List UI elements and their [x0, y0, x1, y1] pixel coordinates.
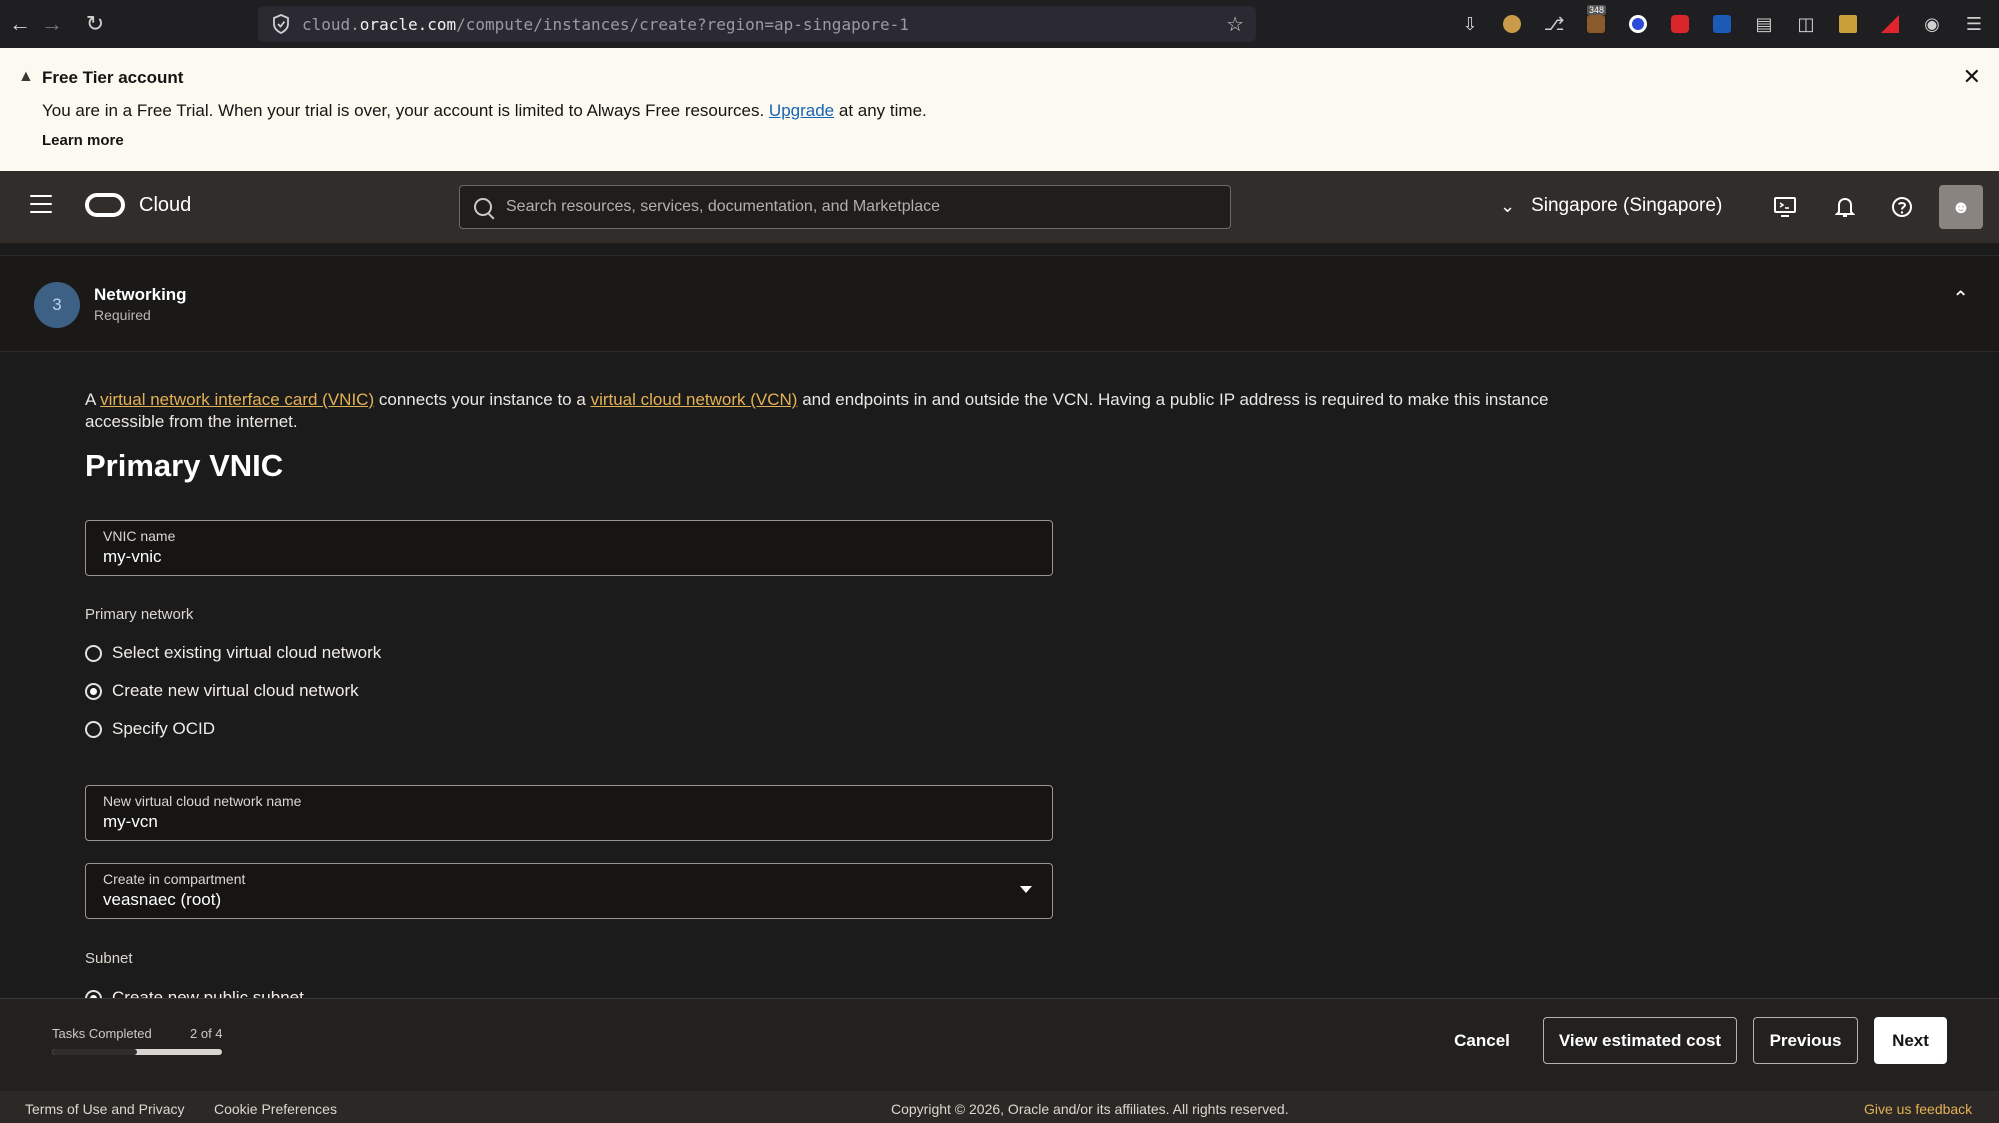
bookmark-star-icon[interactable]: ☆ — [1226, 12, 1244, 37]
radio-label: Create new virtual cloud network — [112, 681, 359, 700]
radio-button-checked[interactable] — [85, 989, 102, 998]
search-input[interactable] — [506, 198, 1206, 216]
tasks-completed-count: 2 of 4 — [190, 1026, 223, 1041]
vnic-link[interactable]: virtual network interface card (VNIC) — [100, 390, 374, 409]
free-tier-banner: ▲ Free Tier account You are in a Free Tr… — [0, 48, 1999, 171]
red-corner-extension-icon[interactable] — [1877, 11, 1903, 37]
bitwarden-icon[interactable] — [1709, 11, 1735, 37]
cookie-preferences-link[interactable]: Cookie Preferences — [214, 1101, 337, 1117]
search-bar — [459, 185, 1231, 229]
close-icon[interactable]: ✕ — [1963, 64, 1981, 90]
region-selector[interactable]: ⌄ Singapore (Singapore) — [1500, 195, 1722, 217]
shield-icon — [273, 14, 289, 34]
vcn-name-field[interactable]: New virtual cloud network name — [85, 785, 1053, 841]
help-icon[interactable] — [1888, 193, 1916, 221]
view-estimated-cost-button[interactable]: View estimated cost — [1543, 1017, 1737, 1064]
chevron-up-icon[interactable]: ⌃ — [1952, 286, 1969, 311]
forward-arrow-icon[interactable]: → — [32, 0, 72, 48]
copyright-text: Copyright © 2026, Oracle and/or its affi… — [891, 1101, 1289, 1117]
radio-label: Select existing virtual cloud network — [112, 643, 382, 662]
hamburger-menu-icon[interactable] — [30, 195, 52, 213]
puzzle-icon[interactable]: ⎇ — [1541, 11, 1567, 37]
radio-create-public-subnet[interactable]: Create new public subnet — [85, 988, 304, 998]
subnet-label: Subnet — [85, 950, 133, 967]
warning-icon: ▲ — [18, 68, 34, 85]
radio-specify-ocid[interactable]: Specify OCID — [85, 719, 215, 739]
region-label: Singapore (Singapore) — [1531, 195, 1723, 216]
networking-form: A virtual network interface card (VNIC) … — [0, 352, 1999, 998]
user-avatar-icon[interactable]: ☻ — [1939, 185, 1983, 229]
wizard-action-bar: Tasks Completed 2 of 4 Cancel View estim… — [0, 998, 1999, 1091]
learn-more-link[interactable]: Learn more — [42, 132, 124, 149]
compartment-label: Create in compartment — [103, 871, 246, 887]
step-number: 3 — [34, 282, 80, 328]
vcn-link[interactable]: virtual cloud network (VCN) — [591, 390, 798, 409]
blue-circle-extension-icon[interactable] — [1625, 11, 1651, 37]
extension-toolbar: ⇩ ⎇ 348 ▤ ◫ ◉ ☰ — [1457, 0, 1987, 48]
primary-network-label: Primary network — [85, 606, 194, 623]
sidebar-icon[interactable]: ◫ — [1793, 11, 1819, 37]
compartment-value: veasnaec (root) — [103, 890, 222, 909]
feedback-link[interactable]: Give us feedback — [1864, 1101, 1972, 1117]
radio-select-existing-vcn[interactable]: Select existing virtual cloud network — [85, 643, 381, 663]
reload-icon[interactable]: ↻ — [75, 0, 115, 48]
compartment-select[interactable]: Create in compartment veasnaec (root) — [85, 863, 1053, 919]
address-bar[interactable]: cloud.oracle.com/compute/instances/creat… — [258, 6, 1256, 42]
radio-button-checked[interactable] — [85, 682, 102, 700]
ublock-icon[interactable]: 348 — [1583, 5, 1609, 37]
radio-button[interactable] — [85, 720, 102, 738]
url-text: cloud.oracle.com/compute/instances/creat… — [302, 14, 909, 34]
logo-text[interactable]: Cloud — [139, 194, 191, 217]
dropdown-caret-icon — [1020, 886, 1032, 893]
tasks-completed-label: Tasks Completed — [52, 1026, 152, 1041]
previous-button[interactable]: Previous — [1753, 1017, 1858, 1064]
console-header: Cloud ⌄ Singapore (Singapore) ☻ — [0, 171, 1999, 243]
upgrade-link[interactable]: Upgrade — [769, 101, 834, 120]
bell-icon[interactable] — [1831, 193, 1859, 221]
extension-orb-icon[interactable] — [1499, 11, 1525, 37]
shield-red-extension-icon[interactable] — [1667, 11, 1693, 37]
section-title: Networking — [94, 285, 187, 304]
banner-title: Free Tier account — [42, 68, 184, 87]
note-extension-icon[interactable] — [1835, 11, 1861, 37]
vnic-name-input[interactable] — [103, 547, 1003, 567]
download-icon[interactable]: ⇩ — [1457, 11, 1483, 37]
vcn-name-label: New virtual cloud network name — [103, 793, 302, 809]
tasks-progress-bar — [52, 1049, 222, 1055]
primary-vnic-heading: Primary VNIC — [85, 448, 284, 483]
cloud-shell-icon[interactable] — [1771, 193, 1799, 221]
vnic-name-field[interactable]: VNIC name — [85, 520, 1053, 576]
intro-text: A virtual network interface card (VNIC) … — [85, 390, 1549, 431]
radio-label: Specify OCID — [112, 719, 215, 738]
vcn-name-input[interactable] — [103, 812, 1003, 832]
extension-badge: 348 — [1587, 5, 1607, 15]
page-footer: Terms of Use and Privacy Cookie Preferen… — [0, 1091, 1999, 1123]
archive-icon[interactable]: ▤ — [1751, 11, 1777, 37]
vnic-name-label: VNIC name — [103, 528, 176, 544]
radio-button[interactable] — [85, 644, 102, 662]
section-subtitle: Required — [94, 307, 151, 323]
next-button[interactable]: Next — [1874, 1017, 1947, 1064]
search-icon — [474, 198, 492, 216]
browser-toolbar: ← → ↻ cloud.oracle.com/compute/instances… — [0, 0, 1999, 48]
banner-message: You are in a Free Trial. When your trial… — [42, 101, 927, 120]
radio-label: Create new public subnet — [112, 988, 304, 998]
tasks-progress-fill — [52, 1049, 137, 1055]
networking-section-header[interactable]: 3 Networking Required ⌃ — [0, 255, 1999, 352]
browser-menu-icon[interactable]: ☰ — [1961, 11, 1987, 37]
radio-create-new-vcn[interactable]: Create new virtual cloud network — [85, 681, 359, 701]
oracle-logo-icon[interactable] — [85, 193, 125, 217]
terms-link[interactable]: Terms of Use and Privacy — [25, 1101, 185, 1117]
cancel-button[interactable]: Cancel — [1433, 1017, 1531, 1064]
chevron-down-icon: ⌄ — [1500, 195, 1516, 216]
screenshot-icon[interactable]: ◉ — [1919, 11, 1945, 37]
